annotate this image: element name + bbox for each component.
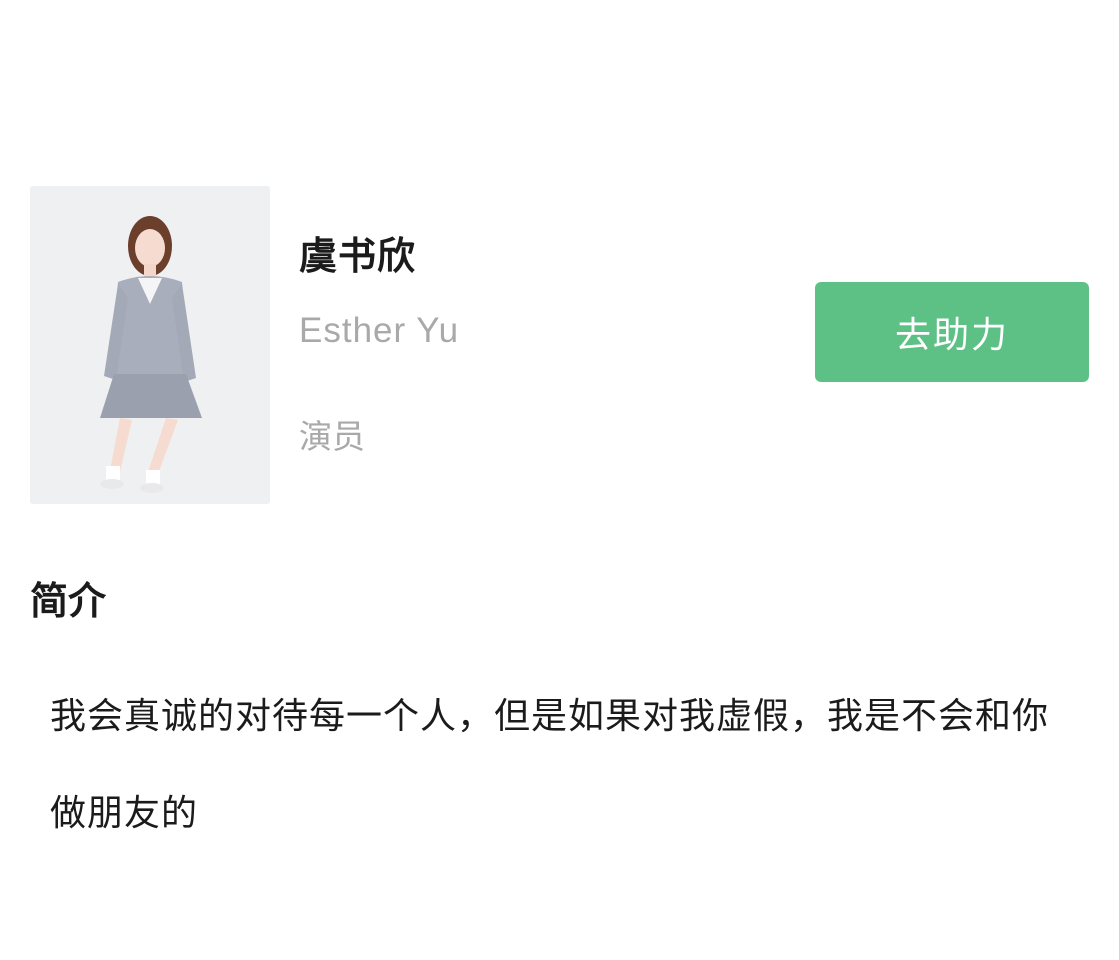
help-button[interactable]: 去助力 — [815, 282, 1089, 382]
profile-occupation: 演员 — [299, 417, 365, 456]
profile-english-name: Esther Yu — [299, 311, 460, 350]
profile-name: 虞书欣 — [299, 234, 417, 278]
intro-text: 我会真诚的对待每一个人，但是如果对我虚假，我是不会和你做朋友的 — [50, 696, 1050, 834]
person-photo-icon — [30, 186, 270, 504]
intro-heading: 简介 — [30, 579, 107, 623]
profile-photo[interactable] — [30, 186, 270, 504]
